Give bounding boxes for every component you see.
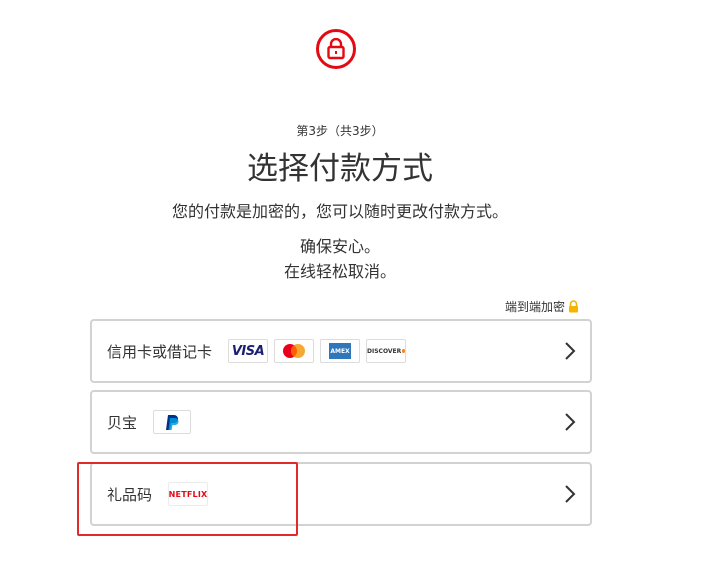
option-label-paypal: 贝宝 bbox=[107, 413, 138, 432]
step-indicator: 第3步（共3步） bbox=[296, 124, 384, 138]
amex-logo: AMEX bbox=[320, 339, 361, 363]
reassurance-line-1: 确保安心。 bbox=[299, 237, 380, 256]
visa-logo: VISA bbox=[228, 339, 269, 363]
page-subtitle: 您的付款是加密的，您可以随时更改付款方式。 bbox=[171, 202, 508, 221]
netflix-logo: NETFLIX bbox=[168, 482, 209, 506]
payment-option-paypal[interactable]: 贝宝 bbox=[90, 390, 592, 454]
payment-option-gift-code[interactable]: 礼品码 NETFLIX bbox=[90, 462, 592, 526]
encryption-label: 端到端加密 bbox=[505, 300, 566, 314]
padlock-small-icon bbox=[569, 300, 579, 313]
chevron-right-icon bbox=[565, 413, 576, 431]
gift-code-logos: NETFLIX bbox=[168, 482, 209, 506]
paypal-logos bbox=[153, 410, 192, 434]
lock-icon bbox=[316, 29, 356, 69]
encryption-notice: 端到端加密 bbox=[505, 298, 579, 315]
option-label-card: 信用卡或借记卡 bbox=[107, 342, 213, 361]
discover-logo: DISCOVER bbox=[366, 339, 407, 363]
paypal-logo bbox=[153, 410, 192, 434]
payment-option-card[interactable]: 信用卡或借记卡 VISA AMEX DISCOVER bbox=[90, 319, 592, 383]
card-logos: VISA AMEX DISCOVER bbox=[228, 339, 407, 363]
chevron-right-icon bbox=[565, 485, 576, 503]
chevron-right-icon bbox=[565, 342, 576, 360]
option-label-gift-code: 礼品码 bbox=[107, 485, 153, 504]
reassurance-line-2: 在线轻松取消。 bbox=[283, 262, 396, 281]
page-title: 选择付款方式 bbox=[247, 151, 433, 187]
mastercard-logo bbox=[274, 339, 315, 363]
